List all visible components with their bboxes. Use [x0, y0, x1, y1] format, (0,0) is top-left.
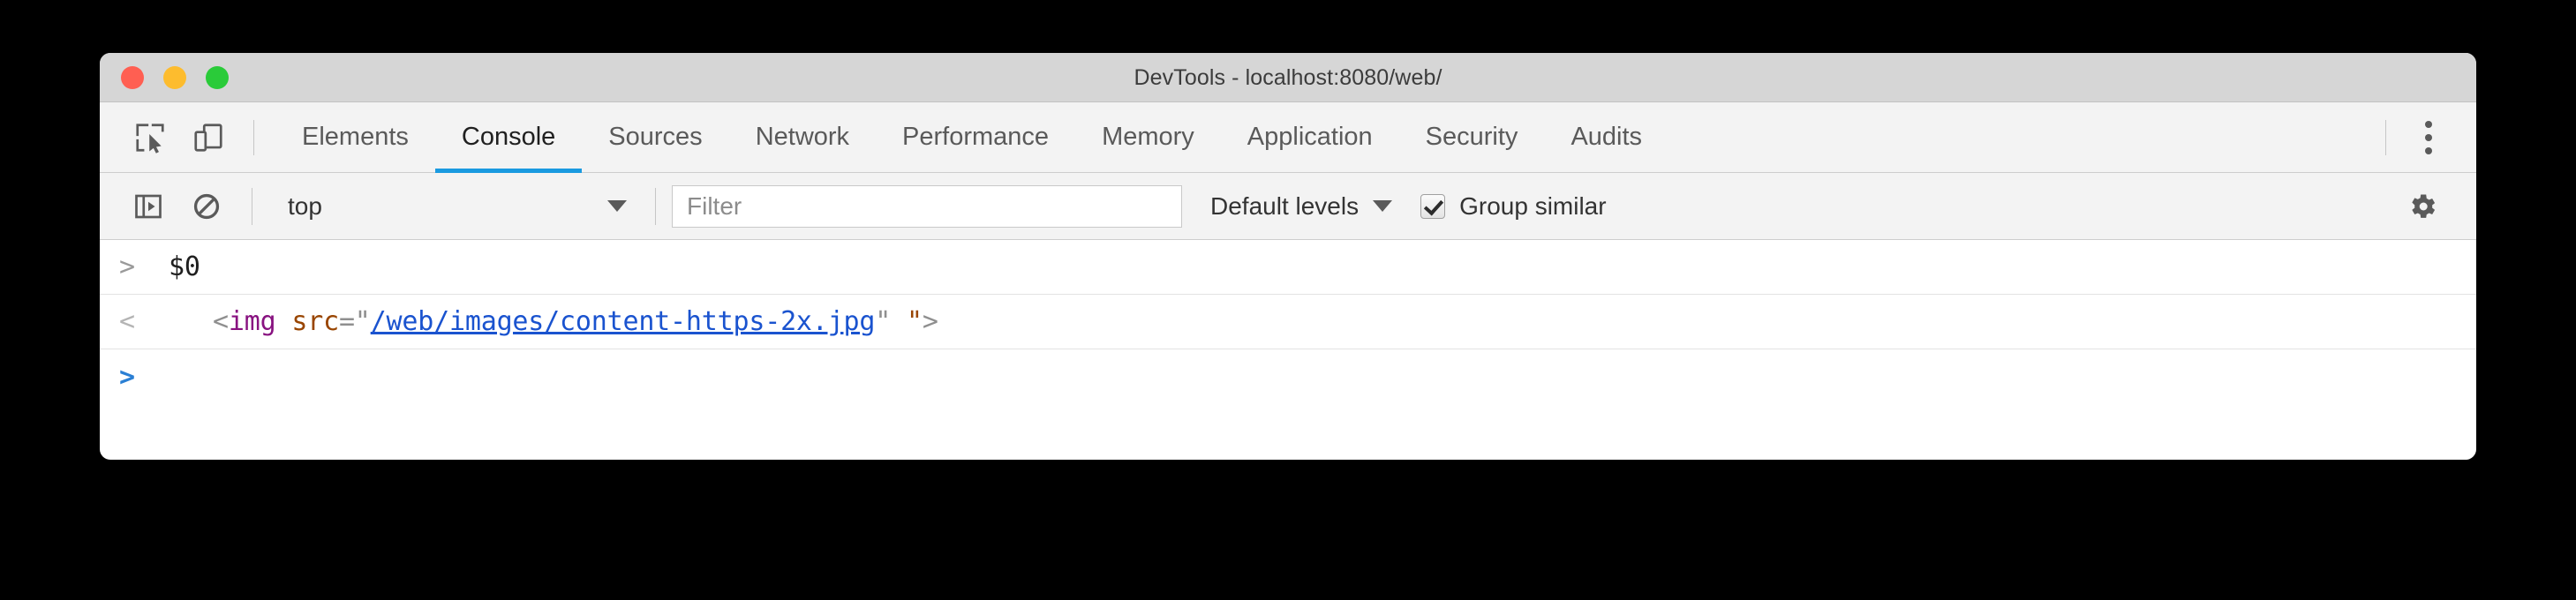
tab-label: Console [461, 123, 556, 151]
tab-label: Security [1425, 123, 1518, 151]
chevron-down-icon [1373, 200, 1393, 212]
html-tag-name: img [228, 306, 276, 337]
html-attribute-url-link[interactable]: /web/images/content-https-2x.jpg [371, 306, 876, 337]
html-space [275, 306, 291, 337]
tabbar-right-controls [2369, 102, 2476, 173]
console-input-row[interactable]: > $0 [100, 240, 2476, 295]
tab-memory[interactable]: Memory [1075, 102, 1221, 173]
input-arrow-icon: > [119, 251, 136, 282]
group-similar-checkbox[interactable] [1420, 193, 1446, 219]
tab-performance[interactable]: Performance [876, 102, 1075, 173]
log-levels-dropdown[interactable]: Default levels [1196, 185, 1406, 228]
tab-label: Application [1247, 123, 1373, 151]
tab-sources[interactable]: Sources [582, 102, 728, 173]
console-output-row[interactable]: < <img src="/web/images/content-https-2x… [100, 295, 2476, 349]
more-options-kebab-icon[interactable] [2402, 111, 2455, 164]
tab-security[interactable]: Security [1399, 102, 1545, 173]
html-gap [891, 306, 907, 337]
console-message-list: > $0 < <img src="/web/images/content-htt… [100, 240, 2476, 404]
html-closing-quote: " [875, 306, 892, 337]
console-toolbar-divider-2 [655, 187, 656, 225]
window-title: DevTools - localhost:8080/web/ [1134, 65, 1442, 90]
tab-network[interactable]: Network [729, 102, 876, 173]
html-stray-quote: " [907, 306, 923, 337]
console-input-expression: $0 [169, 251, 200, 282]
tab-label: Performance [902, 123, 1050, 151]
tab-console[interactable]: Console [434, 102, 583, 173]
execution-context-value: top [288, 191, 322, 220]
html-equals-quote: =" [338, 306, 371, 337]
clear-console-icon[interactable] [177, 177, 236, 236]
output-arrow-icon: < [119, 306, 136, 337]
log-levels-value: Default levels [1210, 191, 1360, 220]
prompt-arrow-icon: > [119, 361, 136, 393]
html-close-bracket: > [922, 306, 938, 337]
filter-input[interactable] [672, 184, 1182, 228]
tab-label: Sources [608, 123, 703, 151]
tab-audits[interactable]: Audits [1544, 102, 1668, 173]
tab-label: Memory [1102, 123, 1194, 151]
execution-context-dropdown[interactable]: top [268, 186, 639, 227]
html-open-bracket: < [213, 306, 229, 337]
device-toolbar-icon[interactable] [179, 109, 237, 167]
group-similar-toggle[interactable]: Group similar [1420, 191, 1607, 221]
tab-label: Audits [1570, 123, 1643, 151]
panel-tabs: Elements Console Sources Network Perform… [275, 102, 1668, 173]
console-output-html: <img src="/web/images/content-https-2x.j… [169, 306, 938, 337]
group-similar-label: Group similar [1459, 191, 1607, 220]
devtools-window: DevTools - localhost:8080/web/ Elements … [100, 53, 2476, 460]
html-attribute-name: src [291, 306, 339, 337]
tabbar-right-divider [2385, 119, 2386, 155]
tab-application[interactable]: Application [1221, 102, 1399, 173]
tabbar-divider [253, 119, 254, 155]
console-toolbar-right [2393, 177, 2476, 236]
console-prompt-row[interactable]: > [100, 349, 2476, 404]
window-titlebar: DevTools - localhost:8080/web/ [100, 53, 2476, 102]
console-sidebar-toggle-icon[interactable] [119, 177, 177, 236]
console-toolbar: top Default levels Group similar [100, 173, 2476, 240]
tab-label: Network [755, 123, 850, 151]
chevron-down-icon [607, 200, 627, 212]
inspect-element-icon[interactable] [121, 109, 179, 167]
tab-label: Elements [302, 123, 409, 151]
gear-icon[interactable] [2393, 177, 2452, 236]
devtools-tabbar: Elements Console Sources Network Perform… [100, 102, 2476, 173]
tab-elements[interactable]: Elements [275, 102, 435, 173]
